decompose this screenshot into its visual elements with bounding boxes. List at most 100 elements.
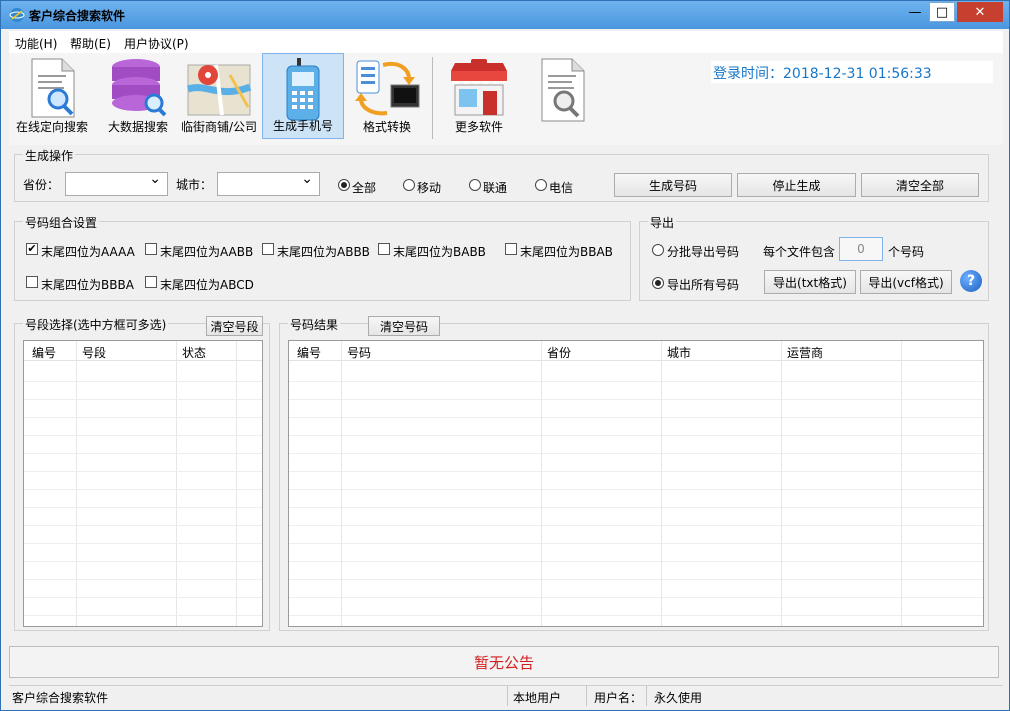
- checkbox-label: 末尾四位为AABB: [160, 245, 254, 259]
- column-divider: [76, 341, 77, 626]
- tool-more-software[interactable]: 更多软件: [441, 53, 517, 139]
- per-file-unit: 个号码: [888, 245, 925, 259]
- city-select[interactable]: [217, 171, 320, 196]
- column-header[interactable]: 状态: [182, 344, 206, 361]
- database-search-icon: [112, 59, 167, 117]
- column-header[interactable]: 运营商: [787, 344, 823, 361]
- checkbox-aabb[interactable]: [145, 243, 157, 255]
- column-divider: [781, 341, 782, 626]
- row-divider: [24, 399, 262, 400]
- column-divider: [176, 341, 177, 626]
- column-header[interactable]: 编号: [297, 344, 321, 361]
- minimize-button[interactable]: —: [903, 2, 927, 22]
- row-divider: [24, 507, 262, 508]
- checkbox-label: 末尾四位为BBAB: [520, 245, 613, 259]
- checkbox-abcd[interactable]: [145, 276, 157, 288]
- menu-bar: 功能(H) 帮助(E) 用户协议(P): [9, 31, 1003, 53]
- row-divider: [24, 435, 262, 436]
- row-divider: [24, 615, 262, 616]
- radio-carrier-unicom[interactable]: [469, 179, 481, 191]
- tool-document-search[interactable]: [527, 53, 597, 139]
- checkbox-bbba[interactable]: [26, 276, 38, 288]
- tool-format-convert[interactable]: 格式转换: [347, 53, 427, 139]
- row-divider: [289, 507, 983, 508]
- tool-online-search[interactable]: 在线定向搜索: [11, 53, 93, 139]
- results-table[interactable]: 编号 号码 省份 城市 运营商: [288, 340, 984, 627]
- tool-generate-phone[interactable]: 生成手机号: [262, 53, 344, 139]
- tool-label: 生成手机号: [272, 119, 333, 133]
- column-header[interactable]: 号段: [82, 344, 106, 361]
- help-icon[interactable]: ?: [960, 270, 982, 292]
- column-divider: [341, 341, 342, 626]
- notice-text: 暂无公告: [473, 654, 534, 672]
- title-bar[interactable]: 客户综合搜索软件 — □ ✕: [1, 1, 1009, 29]
- document-search-icon: [541, 58, 585, 122]
- results-group: 号码结果 清空号码 编号 号码 省份 城市 运营商: [279, 316, 989, 631]
- carrier-label: 移动: [417, 181, 442, 195]
- segment-table[interactable]: 编号 号段 状态: [23, 340, 263, 627]
- phone-icon: [286, 58, 320, 121]
- checkbox-aaaa[interactable]: ✔: [26, 243, 38, 255]
- group-label: 号码结果: [288, 316, 341, 333]
- row-divider: [289, 489, 983, 490]
- column-divider: [541, 341, 542, 626]
- radio-carrier-all[interactable]: [338, 179, 350, 191]
- status-license: 永久使用: [654, 691, 703, 705]
- row-divider: [289, 543, 983, 544]
- status-separator: [646, 686, 647, 706]
- clear-results-button[interactable]: 清空号码: [368, 316, 440, 336]
- notice-bar: 暂无公告: [9, 646, 999, 678]
- maximize-button[interactable]: □: [929, 2, 955, 22]
- clear-segments-button[interactable]: 清空号段: [206, 316, 263, 336]
- status-user-type: 本地用户: [513, 691, 562, 705]
- column-header[interactable]: 编号: [32, 344, 56, 361]
- app-window: 客户综合搜索软件 — □ ✕ 功能(H) 帮助(E) 用户协议(P) 在线定向搜…: [0, 0, 1010, 711]
- toolbar: 在线定向搜索 大数据搜索 临街商铺/公司 生成手机号 格式转换 更多软件 登录时…: [9, 53, 1003, 145]
- export-vcf-button[interactable]: 导出(vcf格式): [860, 270, 952, 294]
- menu-help[interactable]: 帮助(E): [70, 35, 111, 52]
- tool-street-shops[interactable]: 临街商铺/公司: [177, 53, 261, 139]
- row-divider: [24, 561, 262, 562]
- checkbox-babb[interactable]: [378, 243, 390, 255]
- checkbox-label: 末尾四位为ABCD: [160, 278, 254, 292]
- row-divider: [289, 525, 983, 526]
- stop-generate-button[interactable]: 停止生成: [737, 173, 856, 197]
- radio-batch-export[interactable]: [652, 244, 664, 256]
- row-divider: [289, 417, 983, 418]
- checkbox-abbb[interactable]: [262, 243, 274, 255]
- column-header[interactable]: 号码: [347, 344, 371, 361]
- radio-export-all[interactable]: [652, 277, 664, 289]
- row-divider: [289, 399, 983, 400]
- document-search-icon: [31, 58, 75, 118]
- row-divider: [24, 543, 262, 544]
- toolbar-separator: [432, 57, 433, 139]
- convert-icon: [355, 60, 420, 116]
- row-divider: [289, 615, 983, 616]
- column-header[interactable]: 城市: [667, 344, 691, 361]
- table-header: 编号 号段 状态: [24, 341, 262, 361]
- group-label: 号段选择(选中方框可多选): [23, 316, 169, 333]
- per-file-count-input[interactable]: 0: [839, 237, 883, 261]
- radio-carrier-telecom[interactable]: [535, 179, 547, 191]
- radio-carrier-mobile[interactable]: [403, 179, 415, 191]
- clear-all-button[interactable]: 清空全部: [861, 173, 979, 197]
- status-bar: 客户综合搜索软件 本地用户 用户名： 永久使用: [9, 685, 1003, 706]
- status-separator: [586, 686, 587, 706]
- generate-button[interactable]: 生成号码: [614, 173, 732, 197]
- map-pin-icon: [186, 64, 252, 116]
- export-txt-button[interactable]: 导出(txt格式): [764, 270, 856, 294]
- group-label: 生成操作: [23, 147, 76, 164]
- row-divider: [289, 435, 983, 436]
- group-label: 导出: [648, 214, 677, 231]
- column-header[interactable]: 省份: [547, 344, 571, 361]
- tool-bigdata-search[interactable]: 大数据搜索: [97, 53, 179, 139]
- menu-user-agreement[interactable]: 用户协议(P): [124, 35, 189, 52]
- row-divider: [289, 597, 983, 598]
- close-button[interactable]: ✕: [957, 2, 1003, 22]
- tool-label: 格式转换: [362, 120, 411, 134]
- row-divider: [24, 381, 262, 382]
- row-divider: [24, 597, 262, 598]
- checkbox-bbab[interactable]: [505, 243, 517, 255]
- menu-function[interactable]: 功能(H): [15, 35, 57, 52]
- province-select[interactable]: [65, 171, 168, 196]
